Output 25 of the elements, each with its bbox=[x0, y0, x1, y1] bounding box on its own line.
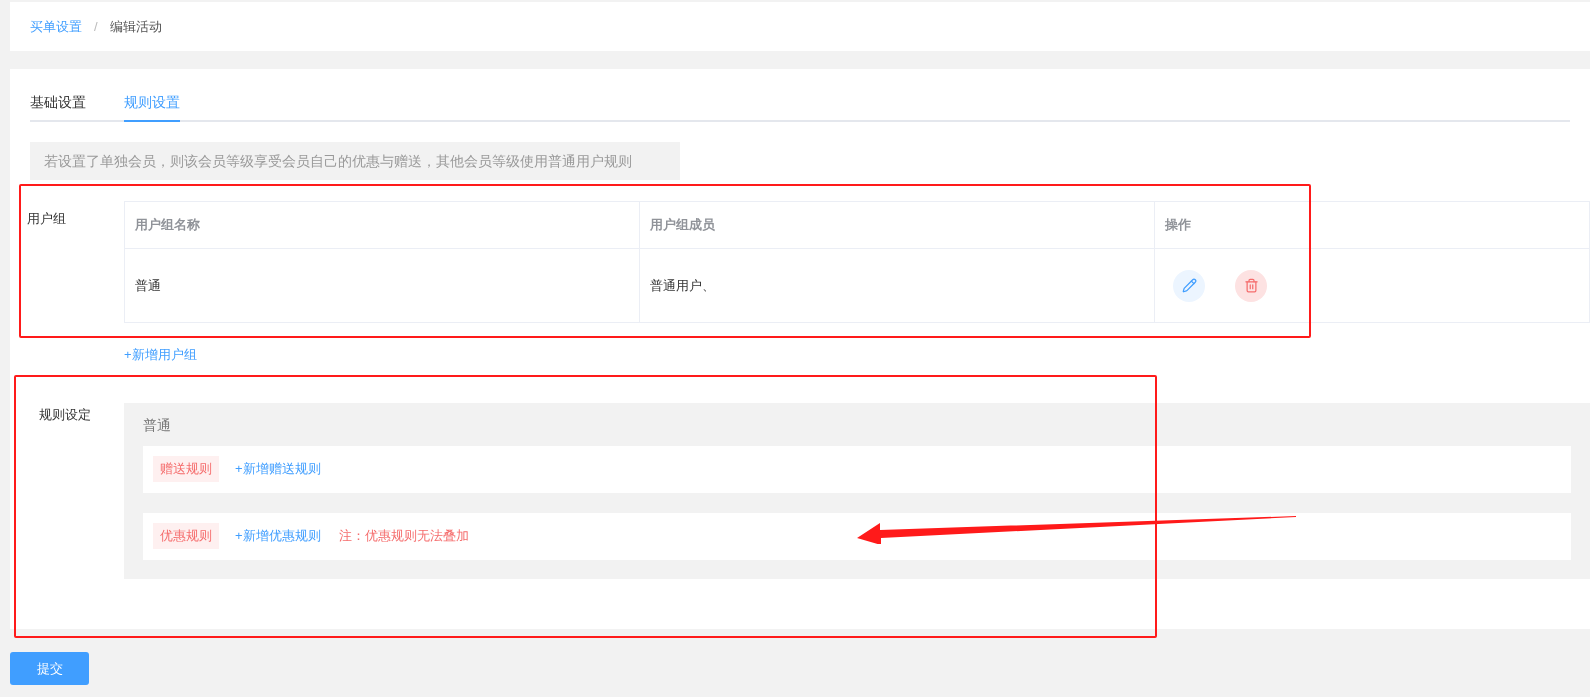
add-rule-link[interactable]: +新增赠送规则 bbox=[235, 459, 321, 479]
trash-icon bbox=[1243, 278, 1259, 293]
edit-button[interactable] bbox=[1173, 269, 1205, 302]
breadcrumb-separator: / bbox=[94, 17, 98, 36]
rule-group-name: 普通 bbox=[143, 415, 172, 435]
table-header-cell: 用户组名称 bbox=[124, 201, 640, 249]
rule-tag: 优惠规则 bbox=[153, 523, 219, 549]
submit-button[interactable]: 提交 bbox=[10, 652, 89, 685]
delete-button[interactable] bbox=[1235, 269, 1267, 302]
pencil-icon bbox=[1181, 278, 1197, 293]
tab[interactable]: 基础设置 bbox=[30, 85, 86, 122]
table-header-cell: 操作 bbox=[1154, 201, 1590, 249]
section-label: 用户组 bbox=[26, 210, 67, 228]
add-user-group-link[interactable]: +新增用户组 bbox=[124, 345, 197, 365]
rule-note: 注：优惠规则无法叠加 bbox=[338, 527, 469, 546]
breadcrumb-current: 编辑活动 bbox=[109, 17, 162, 36]
rule-tag: 赠送规则 bbox=[153, 456, 219, 482]
breadcrumb-link[interactable]: 买单设置 bbox=[30, 16, 82, 37]
tab[interactable]: 规则设置 bbox=[124, 85, 180, 122]
section-label: 规则设定 bbox=[38, 405, 92, 424]
table-cell: 普通用户、 bbox=[639, 248, 1155, 323]
add-rule-link[interactable]: +新增优惠规则 bbox=[235, 526, 321, 546]
table-cell: 普通 bbox=[124, 248, 640, 323]
table-header-cell: 用户组成员 bbox=[639, 201, 1155, 249]
notice-banner: 若设置了单独会员，则该会员等级享受会员自己的优惠与赠送，其他会员等级使用普通用户规则 bbox=[30, 142, 680, 180]
